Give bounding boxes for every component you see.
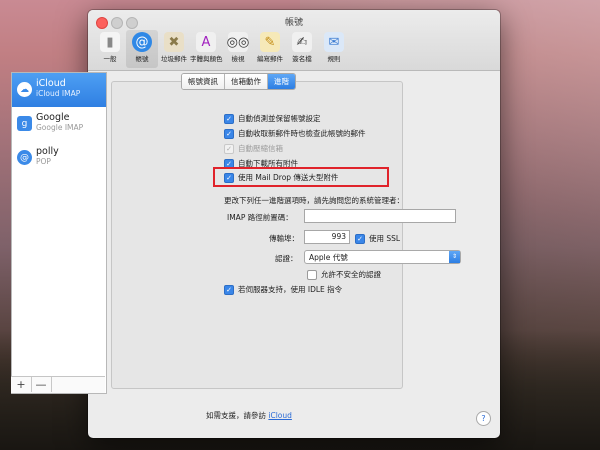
toolbar-item-label: 字體與顏色 [190, 55, 223, 63]
checkbox[interactable]: ✓ [224, 113, 234, 124]
toolbar-item-5[interactable]: ✎ 編寫郵件 [254, 30, 286, 68]
rules-envelope-icon: ✉ [324, 32, 344, 52]
glasses-icon: ◎◎ [227, 32, 249, 52]
cloud-icon: ☁ [17, 82, 32, 97]
account-item-icloud[interactable]: ☁ iCloud iCloud IMAP [12, 73, 106, 107]
toolbar-item-2[interactable]: ✖ 垃圾郵件 [158, 30, 190, 68]
title-bar: 帳號 ▮ 一般 @ 帳號 ✖ 垃圾郵件 A 字體與顏色 ◎◎ 檢視 ✎ 編寫郵件 ✍ 簽名檔 ✉ 規則 [88, 10, 500, 71]
option-label: 自動偵測並保留帳號設定 [238, 114, 321, 123]
signature-icon: ✍ [292, 32, 312, 52]
switch-icon: ▮ [100, 32, 120, 52]
toolbar-item-label: 簽名檔 [292, 55, 312, 63]
preferences-toolbar: ▮ 一般 @ 帳號 ✖ 垃圾郵件 A 字體與顏色 ◎◎ 檢視 ✎ 編寫郵件 ✍ 簽名檔 ✉ 規則 [94, 30, 350, 70]
use-ssl-option[interactable]: ✓ 使用 SSL [355, 233, 400, 244]
imap-prefix-input[interactable] [304, 209, 456, 223]
option-label: 若伺服器支持，使用 IDLE 指令 [238, 285, 343, 294]
compose-pencil-icon: ✎ [260, 32, 280, 52]
account-type: iCloud IMAP [36, 89, 81, 98]
auth-label: 認證： [275, 254, 298, 263]
option-compact-mailboxes: ✓ 自動壓縮信箱 [224, 143, 283, 154]
toolbar-item-0[interactable]: ▮ 一般 [94, 30, 126, 68]
account-tabs: 帳號資訊 信箱動作 進階 [181, 73, 296, 90]
toolbar-item-label: 帳號 [135, 55, 149, 63]
popup-arrows-icon: ⇕ [449, 251, 460, 263]
help-button[interactable]: ? [476, 411, 491, 426]
imap-prefix-label: IMAP 路徑前置碼： [227, 213, 293, 222]
account-name: polly [36, 146, 59, 157]
option-include-when-checking[interactable]: ✓ 自動收取新郵件時也檢查此帳號的郵件 [224, 128, 366, 139]
auth-popup[interactable]: Apple 代號 ⇕ [304, 250, 461, 264]
checkbox: ✓ [224, 143, 234, 154]
tab-advanced[interactable]: 進階 [268, 74, 295, 89]
option-auto-detect[interactable]: ✓ 自動偵測並保留帳號設定 [224, 113, 321, 124]
checkbox[interactable] [307, 269, 317, 280]
google-icon: g [17, 116, 32, 131]
tab-mailbox-behaviors[interactable]: 信箱動作 [225, 74, 268, 89]
admin-note: 更改下列任一進階選項時，請先詢問您的系統管理者： [224, 196, 404, 205]
toolbar-item-label: 檢視 [231, 55, 245, 63]
icloud-support-link[interactable]: iCloud [268, 411, 292, 420]
toolbar-item-1[interactable]: @ 帳號 [126, 30, 158, 68]
option-label: 允許不安全的認證 [321, 270, 381, 279]
account-type: POP [36, 157, 51, 166]
toolbar-item-label: 垃圾郵件 [161, 55, 187, 63]
toolbar-item-3[interactable]: A 字體與顏色 [190, 30, 223, 68]
checkbox[interactable]: ✓ [355, 233, 365, 244]
option-label: 自動壓縮信箱 [238, 144, 283, 153]
font-color-icon: A [196, 32, 216, 52]
toolbar-item-6[interactable]: ✍ 簽名檔 [286, 30, 318, 68]
toolbar-item-label: 一般 [103, 55, 117, 63]
auth-value: Apple 代號 [309, 253, 348, 262]
at-sign-icon: @ [132, 32, 152, 52]
option-label: 自動收取新郵件時也檢查此帳號的郵件 [238, 129, 366, 138]
tab-account-info[interactable]: 帳號資訊 [182, 74, 225, 89]
checkbox[interactable]: ✓ [224, 284, 234, 295]
checkbox[interactable]: ✓ [224, 128, 234, 139]
port-label: 傳輸埠： [269, 234, 299, 243]
support-note: 如需支援，請參訪 iCloud [206, 410, 292, 421]
option-insecure-auth[interactable]: 允許不安全的認證 [307, 269, 381, 280]
toolbar-item-label: 編寫郵件 [257, 55, 283, 63]
toolbar-item-4[interactable]: ◎◎ 檢視 [222, 30, 254, 68]
window-title: 帳號 [284, 18, 303, 28]
account-list: ☁ iCloud iCloud IMAP g Google Google IMAP @ pol… [11, 72, 107, 394]
mail-drop-highlight-box [213, 167, 389, 187]
account-type: Google IMAP [36, 123, 84, 132]
at-sign-icon: @ [17, 150, 32, 165]
junk-mail-icon: ✖ [164, 32, 184, 52]
port-input[interactable]: 993 [304, 230, 350, 244]
account-list-footer: + — [11, 376, 105, 393]
remove-account-button[interactable]: — [31, 377, 52, 392]
account-item-google[interactable]: g Google Google IMAP [12, 107, 106, 141]
add-account-button[interactable]: + [11, 377, 32, 392]
toolbar-item-7[interactable]: ✉ 規則 [318, 30, 350, 68]
account-item-polly[interactable]: @ polly POP [12, 141, 106, 175]
account-name: iCloud [36, 78, 66, 89]
toolbar-item-label: 規則 [327, 55, 341, 63]
option-idle[interactable]: ✓ 若伺服器支持，使用 IDLE 指令 [224, 284, 342, 295]
support-text: 如需支援，請參訪 [206, 411, 266, 420]
use-ssl-label: 使用 SSL [369, 234, 401, 243]
account-name: Google [36, 112, 70, 123]
